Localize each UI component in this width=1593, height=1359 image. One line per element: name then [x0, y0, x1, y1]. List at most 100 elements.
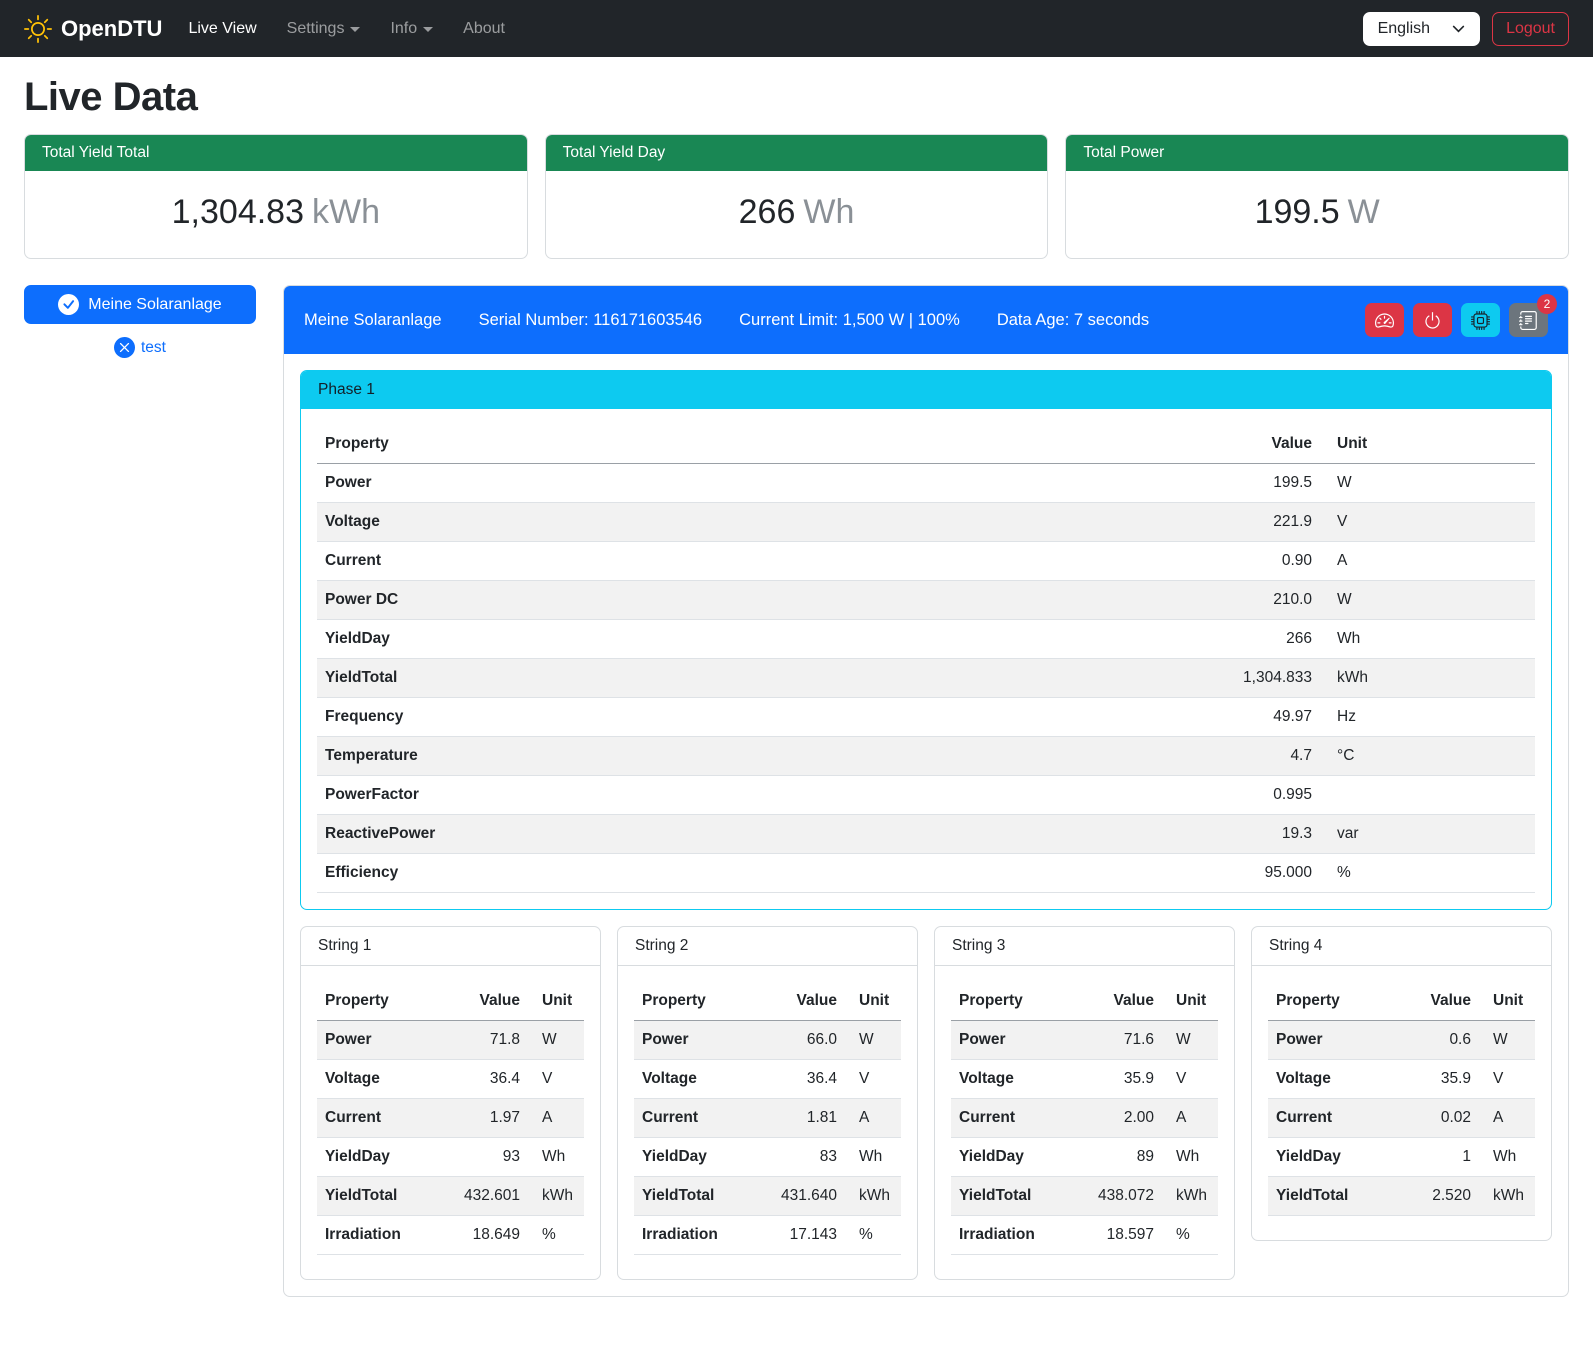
inverter-name: Meine Solaranlage: [304, 311, 442, 330]
value-cell: 1,304.833: [1190, 659, 1320, 698]
table-row: Power 66.0 W: [634, 1021, 901, 1060]
value-cell: 18.649: [435, 1216, 528, 1255]
unit-cell: kWh: [1320, 659, 1535, 698]
property-cell: Current: [951, 1099, 1069, 1138]
string-4-table: Property Value Unit Power: [1268, 982, 1535, 1216]
value-cell: 2.520: [1397, 1177, 1479, 1216]
string-3-table: Property Value Unit Power: [951, 982, 1218, 1255]
table-row: Current 0.90 A: [317, 542, 1535, 581]
property-cell: Frequency: [317, 698, 1190, 737]
chevron-down-icon: [423, 27, 433, 32]
inverter-link-test[interactable]: test: [141, 339, 166, 357]
card-unit: W: [1348, 193, 1380, 231]
unit-cell: V: [1320, 503, 1535, 542]
card-title: Total Yield Day: [546, 135, 1048, 171]
nav-item-about[interactable]: About: [463, 20, 505, 38]
unit-cell: Wh: [1479, 1138, 1535, 1177]
property-cell: YieldTotal: [317, 659, 1190, 698]
card-value-row: 199.5W: [1066, 171, 1568, 258]
column-value: Value: [435, 982, 528, 1021]
string-4-title: String 4: [1252, 927, 1551, 966]
unit-cell: V: [528, 1060, 584, 1099]
card-value: 199.5: [1255, 193, 1340, 231]
cpu-icon: [1471, 311, 1490, 330]
value-cell: 35.9: [1069, 1060, 1162, 1099]
column-property: Property: [634, 982, 752, 1021]
unit-cell: kWh: [1479, 1177, 1535, 1216]
strings-row: String 1 Property Value Unit: [300, 926, 1552, 1280]
unit-cell: Wh: [845, 1138, 901, 1177]
unit-cell: A: [1479, 1099, 1535, 1138]
unit-cell: Wh: [528, 1138, 584, 1177]
property-cell: YieldDay: [634, 1138, 752, 1177]
table-row: Frequency 49.97 Hz: [317, 698, 1535, 737]
total-yield-total-card: Total Yield Total 1,304.83kWh: [24, 134, 528, 259]
string-1-card: String 1 Property Value Unit: [300, 926, 601, 1280]
table-header-row: Property Value Unit: [1268, 982, 1535, 1021]
power-icon: [1423, 311, 1442, 330]
column-property: Property: [317, 425, 1190, 464]
table-row: Irradiation 17.143 %: [634, 1216, 901, 1255]
card-value-row: 266Wh: [546, 171, 1048, 258]
value-cell: 2.00: [1069, 1099, 1162, 1138]
value-cell: 19.3: [1190, 815, 1320, 854]
x-circle-icon[interactable]: [114, 337, 135, 358]
property-cell: Voltage: [317, 503, 1190, 542]
language-select-value: English: [1378, 20, 1430, 38]
table-row: YieldTotal 431.640 kWh: [634, 1177, 901, 1216]
property-cell: Voltage: [634, 1060, 752, 1099]
property-cell: Irradiation: [634, 1216, 752, 1255]
property-cell: YieldDay: [951, 1138, 1069, 1177]
value-cell: 36.4: [752, 1060, 845, 1099]
value-cell: 83: [752, 1138, 845, 1177]
card-title: Total Power: [1066, 135, 1568, 171]
property-cell: Power: [1268, 1021, 1397, 1060]
table-row: Power DC 210.0 W: [317, 581, 1535, 620]
property-cell: ReactivePower: [317, 815, 1190, 854]
property-cell: Irradiation: [317, 1216, 435, 1255]
device-info-button[interactable]: [1461, 303, 1500, 337]
unit-cell: kWh: [1162, 1177, 1218, 1216]
inverter-select-button[interactable]: Meine Solaranlage: [24, 285, 256, 324]
nav-item-info[interactable]: Info: [390, 20, 433, 38]
table-row: YieldDay 93 Wh: [317, 1138, 584, 1177]
table-header-row: Property Value Unit: [317, 982, 584, 1021]
phase-1-card: Phase 1 Property Value Unit: [300, 370, 1552, 910]
property-cell: PowerFactor: [317, 776, 1190, 815]
property-cell: Power: [634, 1021, 752, 1060]
property-cell: Efficiency: [317, 854, 1190, 893]
inverter-data-age: Data Age: 7 seconds: [997, 311, 1149, 330]
table-row: Voltage 35.9 V: [951, 1060, 1218, 1099]
power-toggle-button[interactable]: [1413, 303, 1452, 337]
unit-cell: W: [845, 1021, 901, 1060]
unit-cell: V: [1162, 1060, 1218, 1099]
limit-settings-button[interactable]: [1365, 303, 1404, 337]
value-cell: 0.6: [1397, 1021, 1479, 1060]
property-cell: YieldTotal: [951, 1177, 1069, 1216]
nav-item-settings[interactable]: Settings: [287, 20, 361, 38]
string-3-card: String 3 Property Value Unit: [934, 926, 1235, 1280]
table-row: Voltage 36.4 V: [634, 1060, 901, 1099]
unit-cell: A: [845, 1099, 901, 1138]
language-select[interactable]: English: [1363, 12, 1480, 46]
brand[interactable]: OpenDTU: [24, 15, 162, 43]
value-cell: 431.640: [752, 1177, 845, 1216]
column-unit: Unit: [1162, 982, 1218, 1021]
property-cell: Current: [1268, 1099, 1397, 1138]
value-cell: 0.90: [1190, 542, 1320, 581]
inverter-actions: 2: [1365, 303, 1548, 337]
unit-cell: W: [1479, 1021, 1535, 1060]
inverter-panel-header: Meine Solaranlage Serial Number: 1161716…: [284, 286, 1568, 354]
string-3-title: String 3: [935, 927, 1234, 966]
nav-item-live-view[interactable]: Live View: [188, 20, 256, 38]
value-cell: 71.6: [1069, 1021, 1162, 1060]
table-row: Temperature 4.7 °C: [317, 737, 1535, 776]
value-cell: 89: [1069, 1138, 1162, 1177]
value-cell: 0.02: [1397, 1099, 1479, 1138]
column-property: Property: [1268, 982, 1397, 1021]
value-cell: 17.143: [752, 1216, 845, 1255]
unit-cell: V: [845, 1060, 901, 1099]
event-log-button[interactable]: 2: [1509, 303, 1548, 337]
property-cell: YieldTotal: [317, 1177, 435, 1216]
logout-button[interactable]: Logout: [1492, 12, 1569, 46]
